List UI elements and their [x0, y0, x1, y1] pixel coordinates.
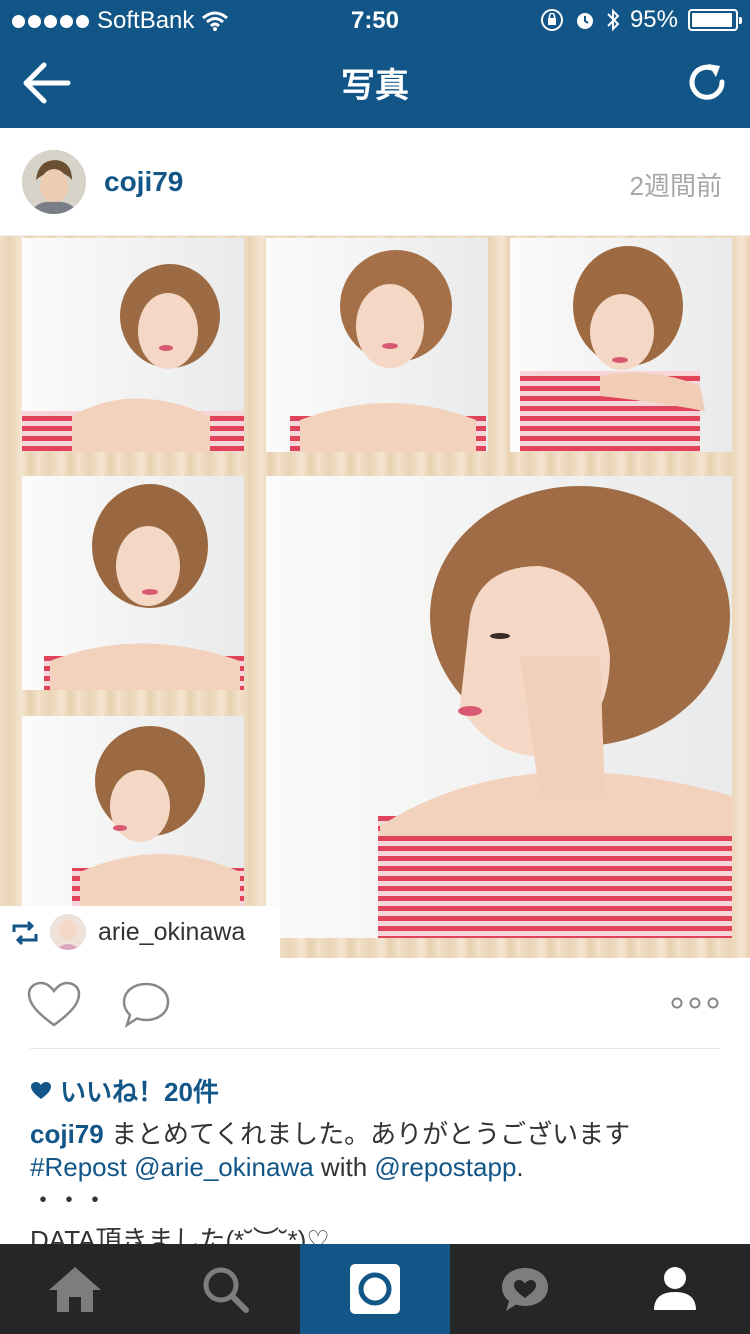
orientation-lock-icon — [540, 9, 563, 31]
post-time: 2週間前 — [629, 171, 722, 201]
avatar-image — [22, 150, 86, 214]
caption-mention-1[interactable]: @arie_okinawa — [134, 1152, 314, 1182]
photo-collage — [22, 238, 732, 938]
collage-tile-5 — [22, 716, 244, 938]
battery-percent: 95% — [629, 6, 678, 33]
camera-icon — [350, 1264, 400, 1314]
tab-bar — [0, 1244, 750, 1334]
post-photo[interactable] — [0, 236, 750, 958]
heart-icon[interactable] — [26, 980, 82, 1030]
profile-icon — [654, 1267, 696, 1310]
post-actions — [0, 958, 750, 1050]
collage-tile-3 — [510, 238, 732, 452]
caption-username[interactable]: coji79 — [30, 1119, 104, 1149]
likes-count[interactable]: いいね！20件 — [30, 1072, 219, 1109]
tab-profile[interactable] — [600, 1244, 750, 1334]
refresh-icon[interactable] — [686, 60, 730, 106]
activity-icon — [502, 1268, 548, 1311]
status-right: 95% — [540, 6, 742, 34]
more-options-icon[interactable] — [670, 994, 720, 1012]
small-heart-icon — [31, 1081, 51, 1099]
battery-icon — [688, 9, 742, 31]
top-bar: SoftBank 7:50 95% 写真 — [0, 0, 750, 128]
collage-tile-1 — [22, 238, 244, 452]
avatar[interactable] — [22, 150, 86, 214]
repost-username: arie_okinawa — [98, 918, 246, 946]
repost-avatar — [50, 914, 86, 950]
bluetooth-icon — [607, 8, 620, 32]
search-icon — [203, 1267, 249, 1313]
post-caption: coji79 まとめてくれました。ありがとうございます #Repost @ari… — [30, 1118, 730, 1217]
likes-label: いいね！20件 — [60, 1077, 219, 1107]
repost-credit[interactable]: arie_okinawa — [0, 906, 280, 958]
post-username[interactable]: coji79 — [104, 166, 183, 198]
comment-icon[interactable] — [120, 980, 172, 1030]
tab-camera[interactable] — [300, 1244, 450, 1334]
tab-activity[interactable] — [450, 1244, 600, 1334]
page-title: 写真 — [341, 67, 409, 105]
battery-fill — [692, 13, 732, 27]
caption-with: with — [313, 1152, 375, 1182]
tab-search[interactable] — [150, 1244, 300, 1334]
caption-mention-2[interactable]: @repostapp — [374, 1152, 516, 1182]
divider — [30, 1048, 720, 1049]
caption-dots: ・・・ — [30, 1185, 109, 1215]
collage-tile-4 — [22, 476, 244, 690]
caption-period: . — [516, 1152, 524, 1182]
alarm-icon — [576, 13, 593, 29]
collage-tile-2 — [266, 238, 488, 452]
tab-home[interactable] — [0, 1244, 150, 1334]
post-header: coji79 2週間前 — [0, 128, 750, 236]
caption-text: まとめてくれました。ありがとうございます — [103, 1119, 631, 1149]
caption-hashtag[interactable]: #Repost — [30, 1152, 127, 1182]
repost-icon — [12, 920, 38, 946]
home-icon — [49, 1267, 101, 1312]
collage-tile-large — [266, 476, 732, 938]
status-bar: SoftBank 7:50 95% — [0, 0, 750, 40]
